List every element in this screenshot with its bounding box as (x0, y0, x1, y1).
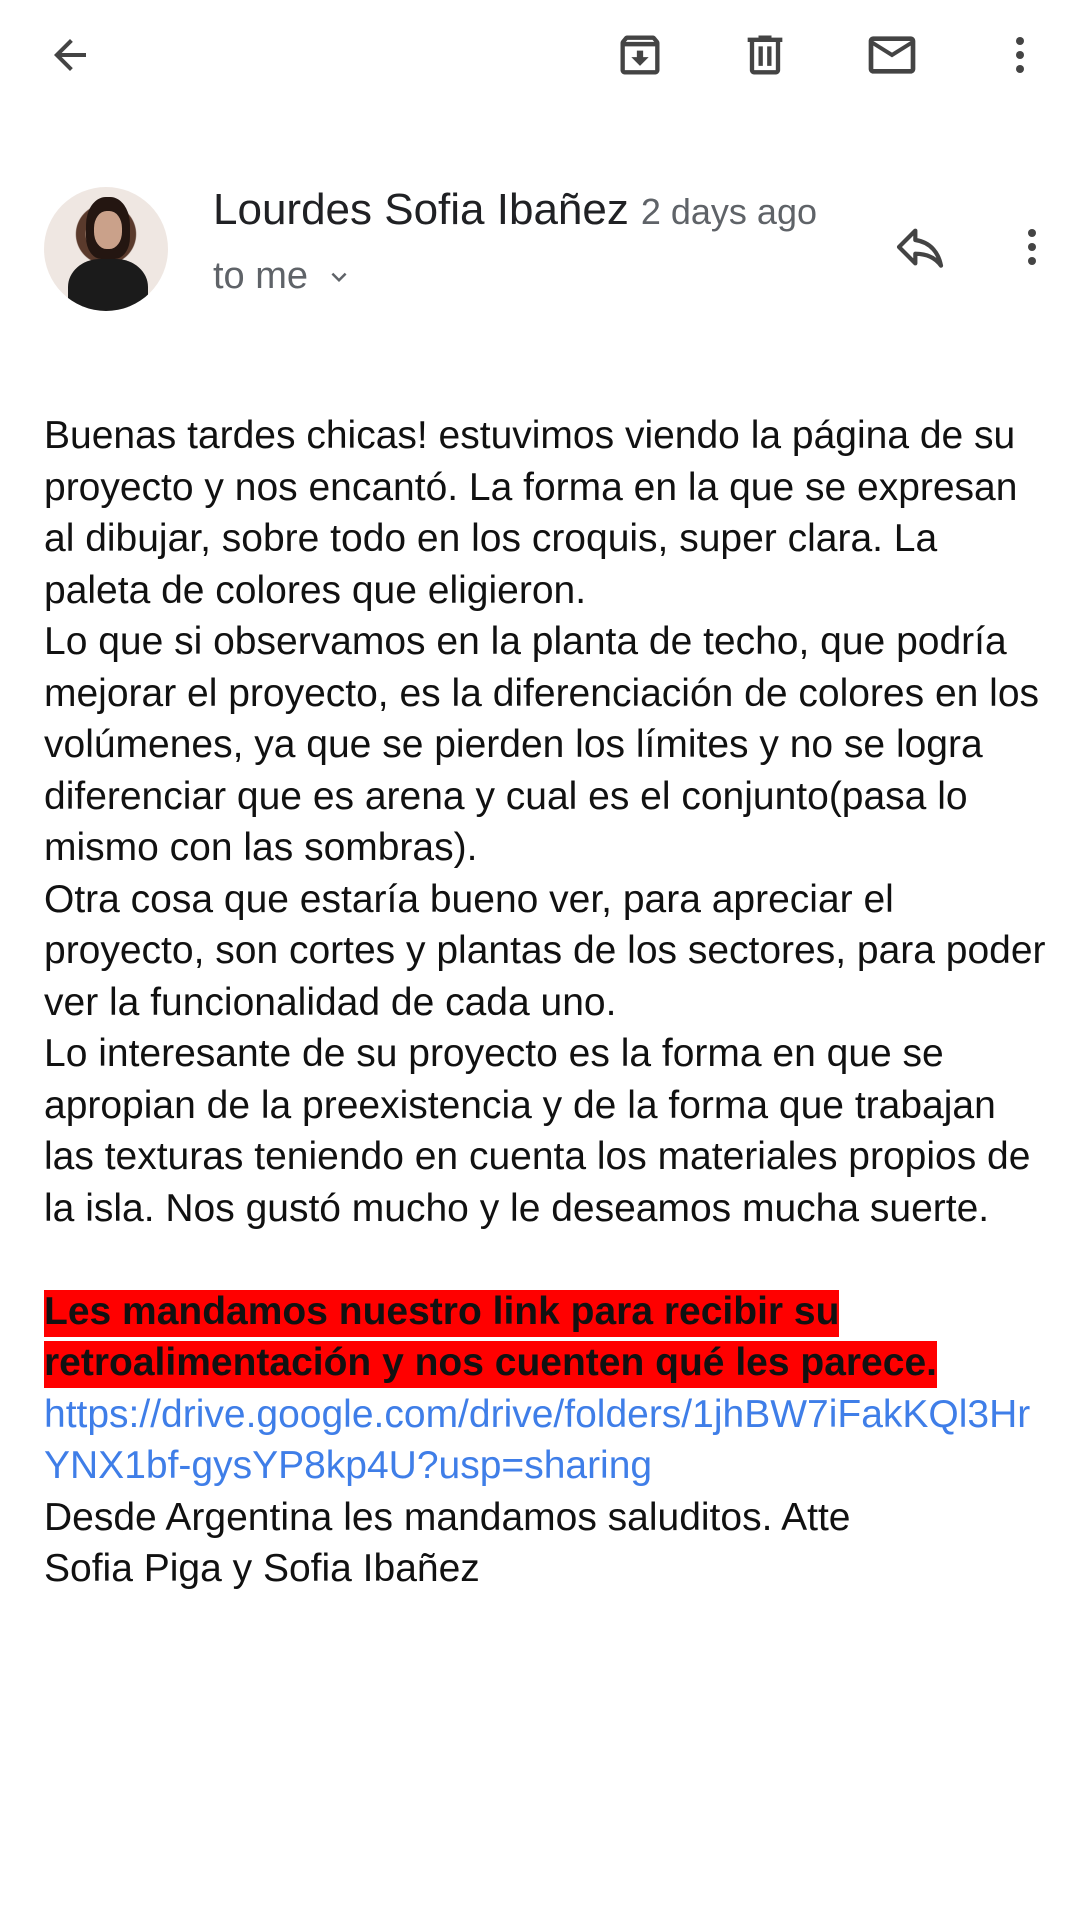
reply-icon[interactable] (888, 215, 952, 279)
mail-icon[interactable] (862, 25, 922, 85)
recipient-label: to me (213, 255, 309, 297)
trash-icon[interactable] (735, 25, 795, 85)
body-paragraph: Lo que si observamos en la planta de tec… (44, 620, 1040, 869)
more-vert-icon[interactable] (1000, 215, 1064, 279)
more-vert-icon[interactable] (990, 25, 1050, 85)
sender-line: Lourdes Sofia Ibañez 2 days ago (213, 185, 817, 235)
highlighted-text: Les mandamos nuestro link para recibir s… (44, 1289, 937, 1388)
arrow-back-icon[interactable] (40, 25, 100, 85)
top-app-bar (0, 0, 1081, 110)
message-header: Lourdes Sofia Ibañez 2 days ago to me (0, 175, 1081, 335)
message-body: Buenas tardes chicas! estuvimos viendo l… (44, 410, 1054, 1595)
drive-link[interactable]: https://drive.google.com/drive/folders/1… (44, 1393, 1030, 1488)
highlight-paragraph: Les mandamos nuestro link para recibir s… (44, 1286, 1054, 1389)
sender-name: Lourdes Sofia Ibañez (213, 185, 629, 234)
body-paragraph: Buenas tardes chicas! estuvimos viendo l… (44, 414, 1018, 612)
message-time: 2 days ago (640, 191, 817, 232)
recipient-toggle[interactable]: to me (213, 255, 354, 298)
avatar[interactable] (44, 187, 168, 311)
signature-line: Desde Argentina les mandamos saluditos. … (44, 1495, 851, 1539)
signature-line: Sofia Piga y Sofia Ibañez (44, 1547, 480, 1590)
body-paragraph: Lo interesante de su proyecto es la form… (44, 1032, 1031, 1230)
chevron-down-icon (331, 272, 347, 282)
archive-icon[interactable] (610, 25, 670, 85)
body-paragraph: Otra cosa que estaría bueno ver, para ap… (44, 877, 1046, 1024)
